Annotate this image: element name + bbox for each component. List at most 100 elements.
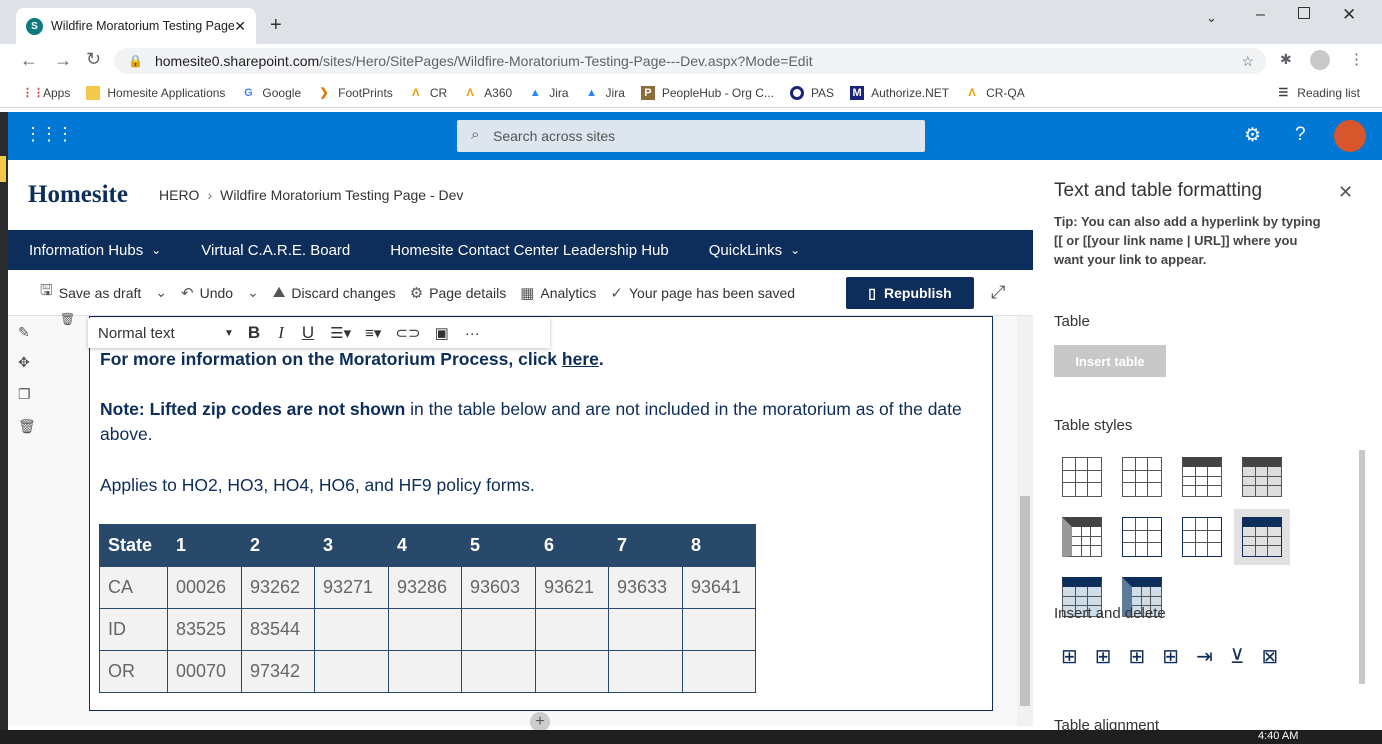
delete-row-icon[interactable]: ⊻ [1230,644,1245,669]
bookmark-authorize[interactable]: M Authorize.NET [850,85,949,100]
table-cell[interactable] [461,650,536,693]
table-cell[interactable] [535,650,609,693]
bookmark-jira-1[interactable]: ▲ Jira [528,86,569,100]
save-draft-button[interactable]: 🖫 Save as draft [40,280,141,305]
table-cell[interactable]: ID [99,608,168,651]
forward-icon[interactable]: → [54,50,72,71]
save-dropdown-chevron-icon[interactable]: ⌄ [155,284,167,301]
canvas-scrollbar[interactable] [1017,316,1033,726]
table-cell[interactable]: 93603 [461,566,536,609]
bookmark-footprints[interactable]: ❯ FootPrints [317,86,393,100]
insert-column-right-icon[interactable]: ⊞ [1162,644,1179,669]
table-cell[interactable] [682,608,756,651]
page-details-button[interactable]: ⚙ Page details [410,284,507,302]
duplicate-icon[interactable]: ❐ [18,386,31,403]
table-cell[interactable]: CA [99,566,168,609]
table-style-option[interactable] [1054,449,1110,505]
reading-list[interactable]: ☰ Reading list [1276,86,1360,100]
list-icon[interactable]: ≡▾ [365,324,381,342]
bookmark-jira-2[interactable]: ▲ Jira [585,86,625,100]
back-icon[interactable]: ← [20,50,38,71]
table-cell[interactable]: 83525 [167,608,242,651]
pane-scroll-thumb[interactable] [1359,450,1365,684]
table-cell[interactable] [608,650,683,693]
menu-icon[interactable]: ⋮ [1349,50,1364,68]
table-cell[interactable]: 93633 [608,566,683,609]
nav-leadership-hub[interactable]: Homesite Contact Center Leadership Hub [390,242,668,259]
table-cell[interactable]: 00070 [167,650,242,693]
delete-column-icon[interactable]: ⇥ [1196,644,1213,669]
table-cell[interactable] [388,650,462,693]
image-icon[interactable]: ▣ [435,324,449,342]
reload-icon[interactable]: ↻ [86,49,101,70]
table-cell[interactable]: 93621 [535,566,609,609]
table-cell[interactable] [314,608,389,651]
table-style-option[interactable] [1174,449,1230,505]
underline-icon[interactable]: U [302,323,314,343]
discard-changes-button[interactable]: ⛰ Discard changes [273,284,396,301]
settings-icon[interactable]: ⚙ [1244,124,1261,147]
maximize-icon[interactable] [1298,7,1310,19]
more-icon[interactable]: ··· [465,325,480,342]
bookmark-google[interactable]: G Google [241,86,301,100]
expand-icon[interactable]: ⤢ [991,282,1005,303]
align-icon[interactable]: ☰▾ [330,324,351,342]
dropdown-caret-icon[interactable]: ▼ [224,328,234,339]
table-style-option[interactable] [1234,449,1290,505]
delete-table-icon[interactable]: ⊠ [1261,644,1278,669]
table-style-option[interactable] [1114,449,1170,505]
app-launcher-icon[interactable]: ⋮⋮⋮ [24,124,74,145]
bookmark-apps[interactable]: ⋮⋮ Apps [22,86,70,100]
table-cell[interactable]: OR [99,650,168,693]
help-icon[interactable]: ? [1295,124,1306,146]
table-cell[interactable] [682,650,756,693]
link-icon[interactable]: ⊂⊃ [395,324,420,342]
insert-column-left-icon[interactable]: ⊞ [1129,644,1146,669]
italic-icon[interactable]: I [278,323,284,343]
table-cell[interactable]: 00026 [167,566,242,609]
nav-information-hubs[interactable]: Information Hubs ⌄ [29,242,161,259]
republish-button[interactable]: ▯ Republish [846,277,974,309]
bookmark-pas[interactable]: PAS [789,85,834,100]
close-window-icon[interactable]: ✕ [1342,5,1356,25]
close-pane-icon[interactable]: ✕ [1338,182,1353,203]
table-cell[interactable]: 93286 [388,566,462,609]
table-style-option[interactable] [1054,509,1110,565]
insert-table-button[interactable]: Insert table [1054,345,1166,377]
bold-icon[interactable]: B [248,323,260,343]
here-link[interactable]: here [562,349,599,369]
scroll-thumb[interactable] [1020,496,1030,706]
insert-row-above-icon[interactable]: ⊞ [1061,644,1078,669]
analytics-button[interactable]: ▦ Analytics [520,284,596,302]
table-cell[interactable] [388,608,462,651]
table-cell[interactable]: 97342 [241,650,315,693]
profile-icon[interactable] [1310,50,1330,70]
breadcrumb-root[interactable]: HERO [159,187,199,203]
move-icon[interactable]: ✥ [18,354,30,371]
bookmark-a360[interactable]: Λ A360 [463,86,512,100]
table-style-option-selected[interactable] [1234,509,1290,565]
table-cell[interactable] [535,608,609,651]
tab-search-icon[interactable]: ⌄ [1206,10,1217,26]
browser-tab[interactable]: S Wildfire Moratorium Testing Page ✕ [16,8,256,44]
undo-dropdown-chevron-icon[interactable]: ⌄ [247,284,259,301]
address-bar[interactable]: 🔒 homesite0.sharepoint.com/sites/Hero/Si… [114,48,1266,74]
table-cell[interactable] [461,608,536,651]
bookmark-peoplehub[interactable]: P PeopleHub - Org C... [640,85,774,100]
minimize-icon[interactable]: – [1256,6,1265,24]
nav-care-board[interactable]: Virtual C.A.R.E. Board [201,242,350,259]
zip-code-table[interactable]: State 1 2 3 4 5 6 7 8 CA 00026 93262 93271 9… [99,524,756,693]
delete-icon[interactable]: 🗑 [18,418,36,435]
table-cell[interactable]: 93262 [241,566,315,609]
new-tab-icon[interactable]: + [270,14,282,37]
star-icon[interactable]: ☆ [1241,53,1254,70]
table-style-option[interactable] [1114,509,1170,565]
edit-section-icon[interactable]: ✎ [18,324,30,341]
insert-row-below-icon[interactable]: ⊞ [1095,644,1112,669]
site-logo[interactable]: Homesite [28,181,128,209]
nav-quicklinks[interactable]: QuickLinks ⌄ [709,242,800,259]
avatar[interactable] [1334,120,1366,152]
search-input[interactable]: ⌕ Search across sites [457,120,925,152]
table-cell[interactable]: 93641 [682,566,756,609]
bookmark-cr[interactable]: Λ CR [409,86,447,100]
